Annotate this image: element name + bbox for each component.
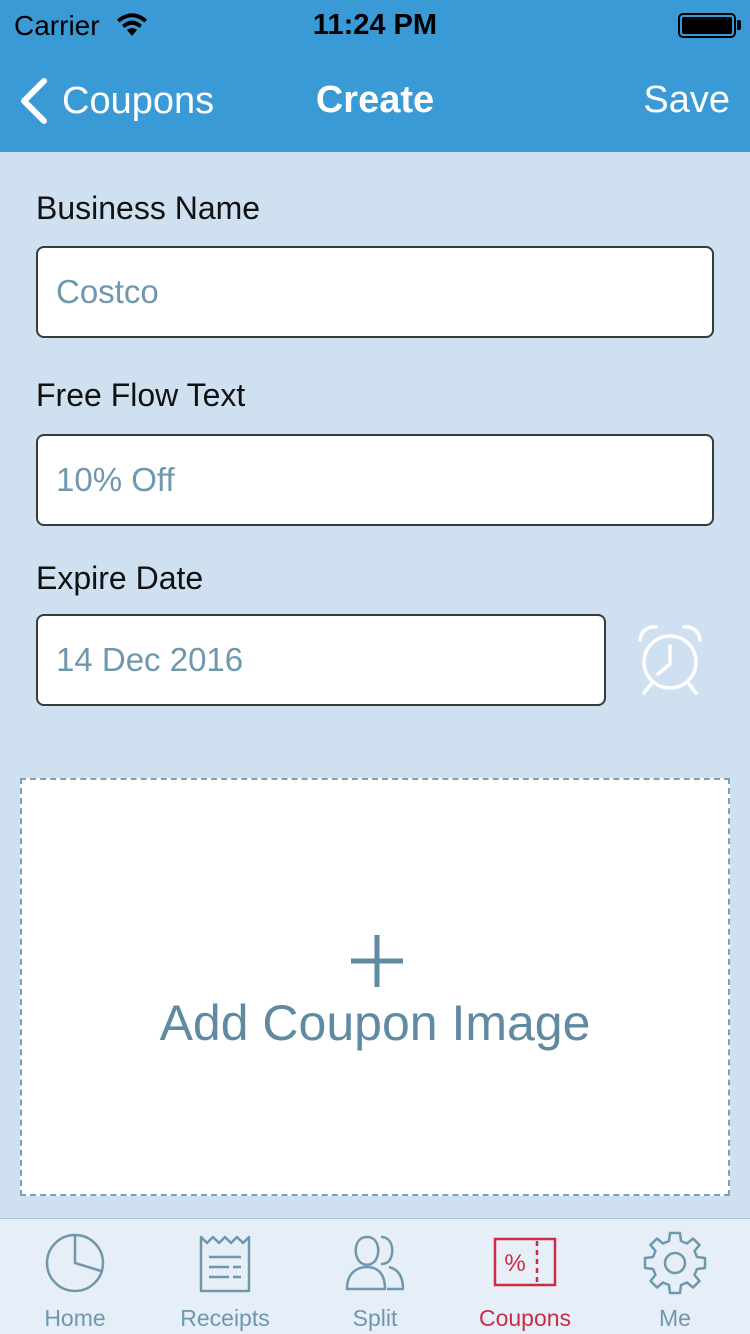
status-bar: Carrier 11:24 PM xyxy=(0,0,750,52)
svg-text:%: % xyxy=(504,1250,525,1277)
header: Carrier 11:24 PM Coupons Create Save xyxy=(0,0,750,152)
expire-date-label: Expire Date xyxy=(36,560,204,596)
save-button[interactable]: Save xyxy=(643,79,730,122)
coupon-icon: % xyxy=(493,1237,557,1287)
business-name-label: Business Name xyxy=(36,190,261,226)
free-flow-text-label: Free Flow Text xyxy=(36,377,246,413)
pie-chart-icon xyxy=(45,1233,105,1293)
nav-bar: Coupons Create Save xyxy=(0,52,750,150)
add-coupon-image-button[interactable]: Add Coupon Image xyxy=(20,778,730,1196)
business-name-input[interactable] xyxy=(36,246,714,338)
plus-icon xyxy=(351,935,403,987)
tab-coupons[interactable]: % Coupons xyxy=(450,1219,600,1334)
tab-home-label: Home xyxy=(44,1305,106,1331)
alarm-clock-icon[interactable] xyxy=(634,622,706,698)
tab-receipts[interactable]: Receipts xyxy=(150,1219,300,1334)
users-icon xyxy=(345,1235,405,1291)
tab-receipts-label: Receipts xyxy=(180,1305,270,1331)
page-title: Create xyxy=(315,79,435,121)
tab-me[interactable]: Me xyxy=(600,1219,750,1334)
tab-split-label: Split xyxy=(352,1305,398,1331)
gear-icon xyxy=(643,1231,707,1295)
battery-tip xyxy=(737,20,741,30)
free-flow-text-input[interactable] xyxy=(36,434,714,526)
battery-icon xyxy=(678,13,736,38)
tab-split[interactable]: Split xyxy=(300,1219,450,1334)
expire-date-input[interactable] xyxy=(36,614,606,706)
tab-home[interactable]: Home xyxy=(0,1219,150,1334)
tab-me-label: Me xyxy=(659,1305,691,1331)
tab-bar: Home Receipts Split % Coupons Me xyxy=(0,1218,750,1334)
tab-coupons-label: Coupons xyxy=(478,1305,572,1331)
receipt-icon xyxy=(199,1235,251,1293)
status-time: 11:24 PM xyxy=(312,9,438,41)
add-coupon-image-label: Add Coupon Image xyxy=(159,995,591,1051)
